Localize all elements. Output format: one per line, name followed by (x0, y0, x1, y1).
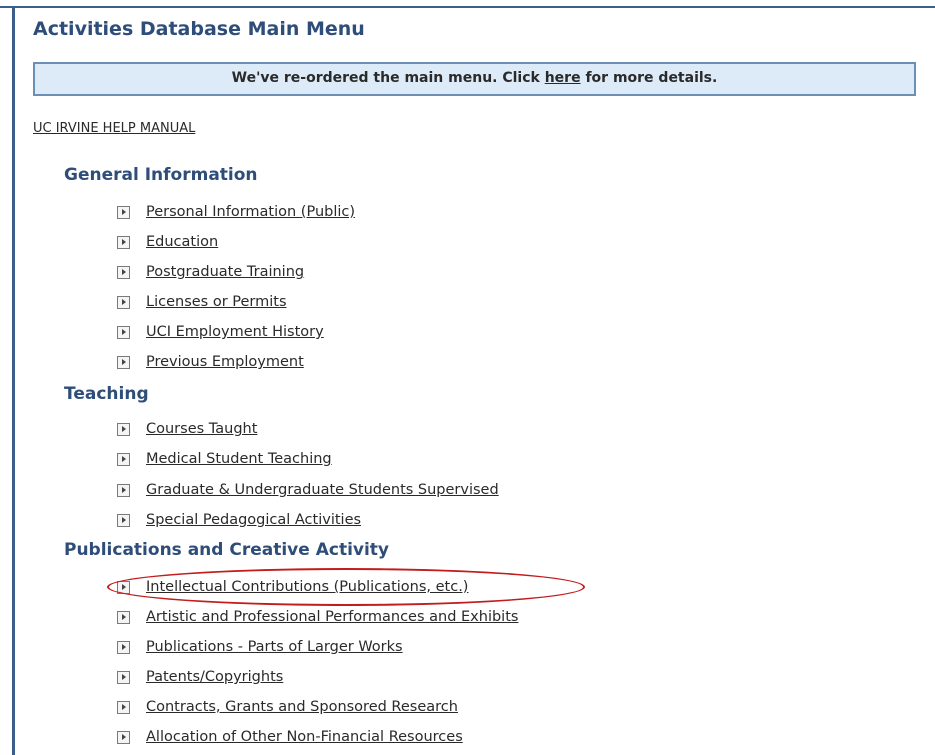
arrow-right-icon[interactable] (117, 422, 130, 436)
menu-link-patents-copyrights[interactable]: Patents/Copyrights (146, 669, 283, 685)
help-manual-link[interactable]: UC IRVINE HELP MANUAL (33, 121, 195, 136)
menu-link-contracts-grants[interactable]: Contracts, Grants and Sponsored Research (146, 699, 458, 715)
menu-link-students-supervised[interactable]: Graduate & Undergraduate Students Superv… (146, 482, 499, 498)
notice-text-before: We've re-ordered the main menu. Click (231, 70, 545, 86)
menu-link-publications-parts[interactable]: Publications - Parts of Larger Works (146, 639, 403, 655)
arrow-right-icon[interactable] (117, 610, 130, 624)
menu-link-previous-employment[interactable]: Previous Employment (146, 354, 304, 370)
arrow-right-icon[interactable] (117, 700, 130, 714)
window-top-border (0, 0, 935, 8)
menu-link-education[interactable]: Education (146, 234, 218, 250)
page-title: Activities Database Main Menu (33, 18, 365, 40)
highlight-annotation-ring (107, 568, 585, 606)
arrow-right-icon[interactable] (117, 235, 130, 249)
reorder-notice-banner: We've re-ordered the main menu. Click he… (33, 62, 916, 96)
window-left-border (12, 6, 15, 755)
menu-link-allocation-resources[interactable]: Allocation of Other Non-Financial Resour… (146, 729, 463, 745)
menu-link-uci-employment-history[interactable]: UCI Employment History (146, 324, 324, 340)
menu-link-special-pedagogical-activities[interactable]: Special Pedagogical Activities (146, 512, 361, 528)
menu-item-contracts-grants[interactable]: Contracts, Grants and Sponsored Research (117, 696, 458, 718)
menu-link-medical-student-teaching[interactable]: Medical Student Teaching (146, 451, 332, 467)
menu-link-postgraduate-training[interactable]: Postgraduate Training (146, 264, 304, 280)
menu-item-previous-employment[interactable]: Previous Employment (117, 351, 304, 373)
menu-link-licenses-or-permits[interactable]: Licenses or Permits (146, 294, 287, 310)
menu-item-personal-information[interactable]: Personal Information (Public) (117, 201, 355, 223)
menu-item-uci-employment-history[interactable]: UCI Employment History (117, 321, 324, 343)
menu-item-special-pedagogical-activities[interactable]: Special Pedagogical Activities (117, 509, 361, 531)
section-heading-general-information: General Information (64, 165, 258, 185)
arrow-right-icon[interactable] (117, 730, 130, 744)
menu-link-personal-information[interactable]: Personal Information (Public) (146, 204, 355, 220)
arrow-right-icon[interactable] (117, 452, 130, 466)
menu-item-licenses-or-permits[interactable]: Licenses or Permits (117, 291, 287, 313)
arrow-right-icon[interactable] (117, 513, 130, 527)
menu-link-artistic-performances[interactable]: Artistic and Professional Performances a… (146, 609, 518, 625)
menu-item-medical-student-teaching[interactable]: Medical Student Teaching (117, 448, 332, 470)
notice-here-link[interactable]: here (545, 70, 581, 86)
arrow-right-icon[interactable] (117, 295, 130, 309)
menu-item-allocation-resources[interactable]: Allocation of Other Non-Financial Resour… (117, 726, 463, 748)
arrow-right-icon[interactable] (117, 205, 130, 219)
section-heading-publications: Publications and Creative Activity (64, 540, 390, 560)
menu-item-education[interactable]: Education (117, 231, 218, 253)
arrow-right-icon[interactable] (117, 640, 130, 654)
menu-link-courses-taught[interactable]: Courses Taught (146, 421, 257, 437)
arrow-right-icon[interactable] (117, 483, 130, 497)
arrow-right-icon[interactable] (117, 265, 130, 279)
arrow-right-icon[interactable] (117, 670, 130, 684)
menu-item-publications-parts[interactable]: Publications - Parts of Larger Works (117, 636, 403, 658)
arrow-right-icon[interactable] (117, 325, 130, 339)
menu-item-students-supervised[interactable]: Graduate & Undergraduate Students Superv… (117, 479, 499, 501)
section-heading-teaching: Teaching (64, 384, 149, 404)
menu-item-patents-copyrights[interactable]: Patents/Copyrights (117, 666, 283, 688)
notice-text-after: for more details. (580, 70, 718, 86)
menu-item-postgraduate-training[interactable]: Postgraduate Training (117, 261, 304, 283)
menu-item-courses-taught[interactable]: Courses Taught (117, 418, 257, 440)
menu-item-artistic-performances[interactable]: Artistic and Professional Performances a… (117, 606, 518, 628)
arrow-right-icon[interactable] (117, 355, 130, 369)
